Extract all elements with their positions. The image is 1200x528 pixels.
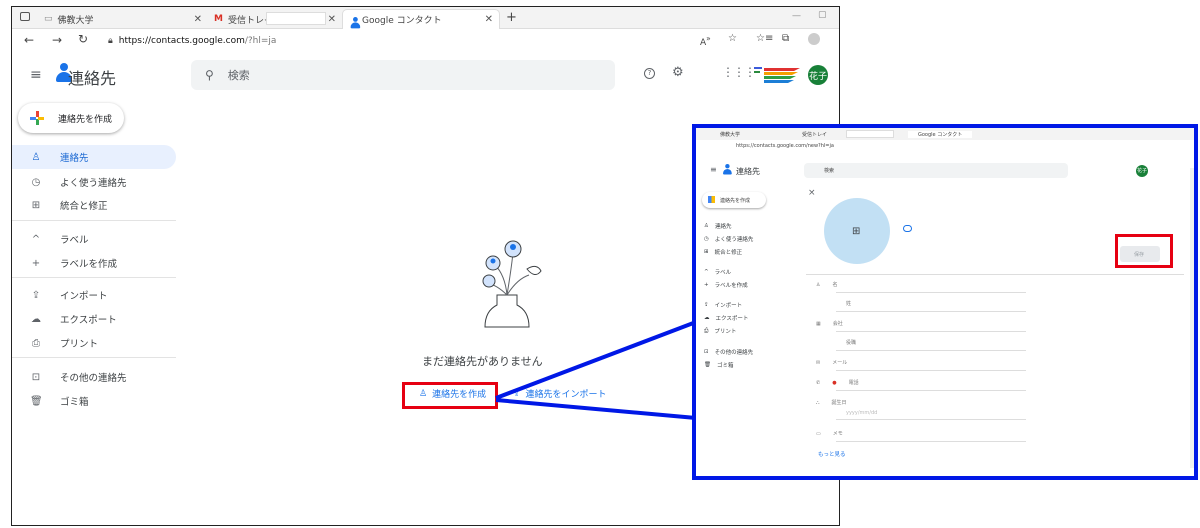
inset-field-company[interactable]: ▦ 会社	[816, 320, 843, 328]
inset-field-phone[interactable]: ✆ ● 電話	[816, 379, 859, 387]
inset-field-title[interactable]: 役職	[846, 339, 856, 346]
field-underline	[836, 311, 1026, 312]
inset-create-button[interactable]: 連絡先を作成	[702, 192, 766, 208]
inset-birthday-format: yyyy/mm/dd	[846, 410, 878, 416]
field-underline	[836, 292, 1026, 293]
plus-icon	[708, 196, 715, 203]
phone-icon: ✆	[816, 379, 821, 386]
trash-icon: 🗑︎	[704, 362, 711, 368]
cloud-icon: ☁	[704, 315, 710, 321]
inset-app-title: 連絡先	[736, 167, 760, 176]
notes-icon: ▭	[816, 430, 821, 437]
inset-field-birthday[interactable]: ⛬ 誕生日	[816, 399, 847, 407]
history-icon: ◷	[704, 236, 709, 242]
inset-sidebar-item[interactable]: 🗑︎ ゴミ箱	[704, 361, 734, 369]
field-underline	[836, 350, 1026, 351]
inset-divider	[806, 274, 1184, 275]
inset-field-email[interactable]: ✉ メール	[816, 359, 847, 367]
inset-close-icon[interactable]: ×	[808, 188, 816, 198]
archive-icon: ⊡	[704, 349, 709, 355]
inset-sidebar-item[interactable]: ☁ エクスポート	[704, 314, 748, 322]
inset-menu-icon[interactable]: ≡	[710, 165, 717, 174]
inset-screenshot: 佛教大学 受信トレイ Google コンタクト https://contacts…	[692, 124, 1198, 480]
person-icon: ♙	[816, 281, 821, 288]
inset-search-placeholder: 検索	[824, 168, 835, 174]
inset-label-icon[interactable]	[903, 225, 912, 232]
inset-create-label: 連絡先を作成	[720, 198, 751, 204]
inset-sidebar-item[interactable]: ⊞ 統合と修正	[704, 248, 742, 256]
inset-avatar[interactable]: 花子	[1136, 165, 1148, 177]
inset-tab-bukkyo[interactable]: 佛教大学	[720, 131, 740, 138]
field-underline	[836, 441, 1026, 442]
inset-photo-placeholder[interactable]: ⊞	[824, 198, 890, 264]
inset-sidebar-item[interactable]: ⊡ その他の連絡先	[704, 348, 753, 356]
inset-sidebar-item[interactable]: ◷ よく使う連絡先	[704, 235, 753, 243]
inset-tab-gmail[interactable]: 受信トレイ	[802, 131, 827, 138]
inset-url-field[interactable]: https://contacts.google.com/new?hl=ja	[736, 143, 834, 149]
merge-icon: ⊞	[704, 249, 709, 255]
inset-search-input[interactable]: 検索	[804, 163, 1068, 178]
inset-sidebar-item[interactable]: + ラベルを作成	[704, 281, 748, 289]
inset-tab-contacts[interactable]: Google コンタクト	[908, 131, 973, 138]
inset-field-notes[interactable]: ▭ メモ	[816, 430, 843, 438]
flag-icon: ●	[832, 379, 837, 386]
inset-field-last-name[interactable]: 姓	[846, 300, 851, 307]
upload-icon: ⇪	[704, 302, 709, 308]
inset-tab-bar: 佛教大学 受信トレイ Google コンタクト	[696, 128, 1194, 140]
inset-contacts-logo-icon	[723, 164, 732, 175]
field-underline	[836, 390, 1026, 391]
inset-sidebar-item[interactable]: ^ ラベル	[704, 268, 731, 276]
person-icon: ♙	[704, 223, 709, 229]
print-icon: ⎙	[704, 327, 709, 334]
inset-show-more-link[interactable]: もっと見る	[818, 450, 846, 458]
cake-icon: ⛬	[816, 399, 820, 406]
building-icon: ▦	[816, 320, 821, 327]
inset-sidebar-item[interactable]: ♙ 連絡先	[704, 222, 731, 230]
mail-icon: ✉	[816, 359, 821, 366]
add-photo-icon: ⊞	[852, 226, 861, 237]
inset-field-first-name[interactable]: ♙ 名	[816, 281, 838, 289]
chevron-up-icon: ^	[704, 269, 709, 275]
field-underline	[836, 419, 1026, 420]
save-highlight-box	[1115, 234, 1173, 268]
field-underline	[836, 331, 1026, 332]
inset-sidebar-item[interactable]: ⇪ インポート	[704, 301, 742, 309]
inset-scrollbar[interactable]	[1190, 168, 1194, 468]
redaction-box	[846, 130, 894, 138]
plus-icon: +	[704, 282, 709, 288]
inset-sidebar-item[interactable]: ⎙ プリント	[704, 327, 736, 336]
field-underline	[836, 370, 1026, 371]
